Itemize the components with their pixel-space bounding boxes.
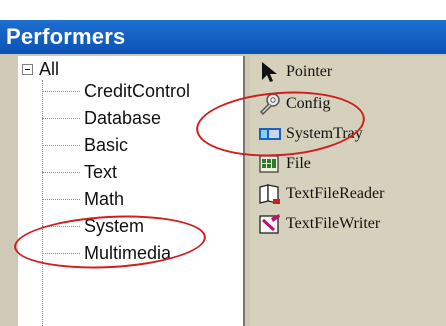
file-grid-icon [258,152,282,176]
tree-branch-line [42,225,80,227]
tree-root-all[interactable]: All [22,58,59,80]
tree-item-label: Math [84,188,125,209]
tree-item-label: Database [84,107,162,128]
palette-item-label: Config [286,95,331,112]
tree-item-label: System [84,215,145,236]
performers-header: Performers [0,20,446,54]
tree-item-creditcontrol[interactable]: CreditControl [42,78,190,104]
tree-item-label: Text [84,161,118,182]
palette-item-textfilereader[interactable]: TextFileReader [258,180,384,208]
system-tray-icon [258,122,282,146]
pointer-arrow-icon [258,60,282,84]
panel-title: Performers [6,24,126,49]
tree-item-system[interactable]: System [42,213,144,239]
tree-branch-line [42,144,80,146]
palette-item-label: SystemTray [286,125,363,142]
palette-item-label: Pointer [286,63,333,80]
tree-branch-line [42,90,80,92]
text-file-writer-icon [258,212,282,236]
palette-item-file[interactable]: File [258,150,311,178]
collapse-toggle-icon[interactable] [22,63,33,75]
wrench-icon [258,92,282,116]
tree-branch-line [42,198,80,200]
tree-item-label: Basic [84,134,129,155]
performer-palette-list: Pointer Config SystemTray File TextFileR… [250,56,446,326]
text-file-reader-icon [258,182,282,206]
tree-root-label: All [39,58,60,79]
tree-item-text[interactable]: Text [42,159,117,185]
tree-branch-line [42,171,80,173]
palette-item-textfilewriter[interactable]: TextFileWriter [258,210,380,238]
tree-item-math[interactable]: Math [42,186,124,212]
palette-item-label: TextFileWriter [286,215,381,232]
palette-item-pointer[interactable]: Pointer [258,58,332,86]
tree-item-database[interactable]: Database [42,105,161,131]
tree-item-label: Multimedia [84,242,172,263]
tree-branch-line [42,117,80,119]
tree-item-label: CreditControl [84,80,191,101]
performers-panels: All CreditControl Database Basic Text Ma… [0,54,446,326]
palette-item-systemtray[interactable]: SystemTray [258,120,363,148]
palette-item-config[interactable]: Config [258,90,330,118]
performer-category-tree[interactable]: All CreditControl Database Basic Text Ma… [18,56,245,326]
palette-item-label: File [286,155,311,172]
palette-item-label: TextFileReader [286,185,385,202]
tree-item-multimedia[interactable]: Multimedia [42,240,171,266]
tree-branch-line [42,252,80,254]
tree-item-basic[interactable]: Basic [42,132,128,158]
